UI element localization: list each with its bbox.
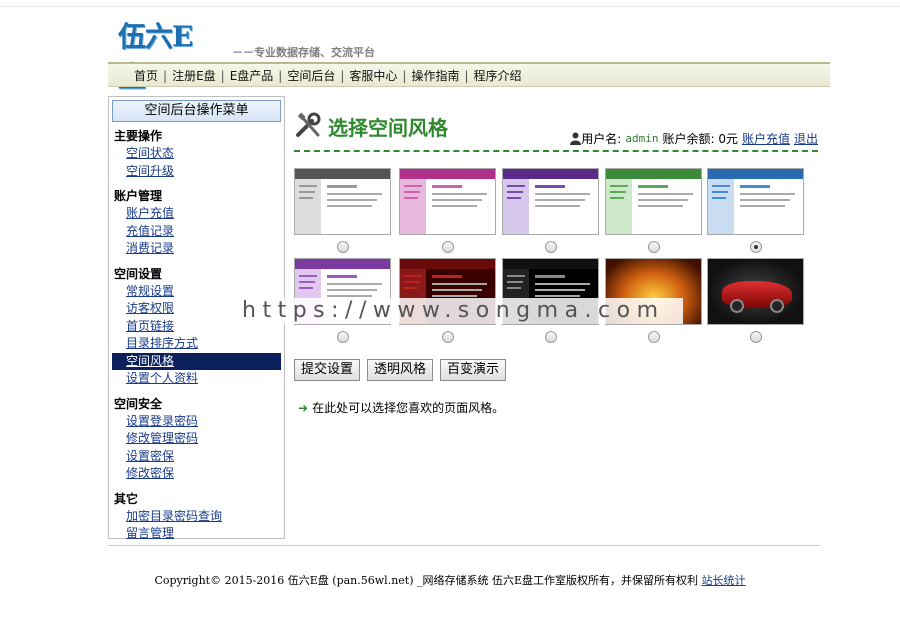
- username-value: admin: [625, 132, 659, 145]
- nav-item[interactable]: 首页: [134, 67, 158, 84]
- nav-separator: |: [464, 68, 469, 83]
- balance-text: 账户余额: 0元: [662, 132, 738, 146]
- sidebar-title: 空间后台操作菜单: [112, 100, 281, 122]
- style-thumbnail[interactable]: [294, 168, 391, 235]
- style-radio[interactable]: [648, 331, 660, 343]
- sidebar-group-label: 账户管理: [114, 189, 163, 203]
- nav-item[interactable]: 程序介绍: [474, 67, 522, 84]
- transparent-style-button[interactable]: 透明风格: [367, 359, 434, 381]
- style-radio[interactable]: [750, 241, 762, 253]
- recharge-link[interactable]: 账户充值: [742, 130, 790, 147]
- nav-item[interactable]: 客服中心: [349, 67, 397, 84]
- nav-item[interactable]: 注册E盘: [172, 67, 216, 84]
- style-radio[interactable]: [750, 331, 762, 343]
- hint-text-row: ➜ 在此处可以选择您喜欢的页面风格。: [298, 399, 504, 416]
- sidebar-item[interactable]: 设置密保: [109, 448, 284, 466]
- footer-divider: [108, 545, 820, 546]
- sidebar-item[interactable]: 空间风格: [112, 352, 281, 370]
- logout-link[interactable]: 退出: [794, 130, 818, 147]
- nav-separator: |: [340, 68, 345, 83]
- title-divider: [294, 150, 818, 152]
- nav-item[interactable]: 空间后台: [287, 67, 335, 84]
- nav-item[interactable]: E盘产品: [230, 67, 274, 84]
- sidebar-item[interactable]: 修改管理密码: [109, 430, 284, 448]
- nav-separator: |: [163, 68, 168, 83]
- hint-text: 在此处可以选择您喜欢的页面风格。: [312, 401, 505, 415]
- style-radio[interactable]: [337, 241, 349, 253]
- style-thumbnail[interactable]: [605, 168, 702, 235]
- sidebar-group-label: 主要操作: [114, 129, 163, 143]
- sidebar-item[interactable]: 充值记录: [109, 223, 284, 241]
- footer: Copyright© 2015-2016 伍六E盘 (pan.56wl.net)…: [0, 572, 900, 588]
- nav-separator: |: [278, 68, 283, 83]
- sidebar-item[interactable]: 设置登录密码: [109, 413, 284, 431]
- top-nav: 首页 | 注册E盘 | E盘产品 | 空间后台 | 客服中心 | 操作指南 | 程序介绍: [108, 62, 830, 87]
- page-title-bar: 选择空间风格: [294, 110, 448, 142]
- nav-separator: |: [220, 68, 225, 83]
- nav-item[interactable]: 操作指南: [411, 67, 459, 84]
- style-thumbnail[interactable]: [707, 258, 804, 325]
- sidebar-group-label: 空间设置: [114, 266, 163, 281]
- nav-separator: |: [402, 68, 407, 83]
- sidebar-item[interactable]: 设置个人资料: [109, 370, 284, 388]
- site-slogan: －－专业数据存储、交流平台: [232, 46, 375, 59]
- arrow-right-icon: ➜: [298, 400, 309, 415]
- user-info: 用户名: admin 账户余额: 0元 账户充值 退出: [570, 130, 818, 147]
- watermark-text: https://www.songma.com: [218, 298, 683, 324]
- site-logo[interactable]: 伍六E盘: [118, 15, 218, 93]
- copyright-text: Copyright© 2015-2016 伍六E盘 (pan.56wl.net)…: [154, 574, 699, 587]
- demo-button[interactable]: 百变演示: [440, 359, 507, 381]
- sidebar-group-label: 其它: [114, 491, 139, 506]
- style-thumbnail[interactable]: [502, 168, 599, 235]
- sidebar-item[interactable]: 账户充值: [109, 205, 284, 223]
- sidebar-group-label: 空间安全: [114, 396, 163, 411]
- submit-settings-button[interactable]: 提交设置: [294, 359, 361, 381]
- sidebar-item[interactable]: 修改密保: [109, 465, 284, 483]
- page-title: 选择空间风格: [328, 115, 448, 140]
- style-radio[interactable]: [545, 241, 557, 253]
- username-label: 用户名:: [581, 132, 622, 146]
- sidebar-item[interactable]: 目录排序方式: [109, 335, 284, 353]
- sidebar-item[interactable]: 留言管理: [109, 525, 284, 543]
- style-radio[interactable]: [337, 331, 349, 343]
- sidebar-item[interactable]: 加密目录密码查询: [109, 508, 284, 526]
- tools-icon: [296, 112, 321, 137]
- sidebar-item[interactable]: 空间升级: [109, 163, 284, 181]
- top-divider: [0, 6, 900, 7]
- style-thumbnail[interactable]: [399, 168, 496, 235]
- sidebar-item[interactable]: 空间状态: [109, 145, 284, 163]
- style-radio[interactable]: [442, 331, 454, 343]
- style-radio[interactable]: [648, 241, 660, 253]
- stats-link[interactable]: 站长统计: [702, 574, 746, 587]
- style-thumbnail[interactable]: [707, 168, 804, 235]
- style-radio[interactable]: [442, 241, 454, 253]
- style-radio[interactable]: [545, 331, 557, 343]
- sidebar-item[interactable]: 消费记录: [109, 240, 284, 258]
- user-icon: [570, 132, 582, 145]
